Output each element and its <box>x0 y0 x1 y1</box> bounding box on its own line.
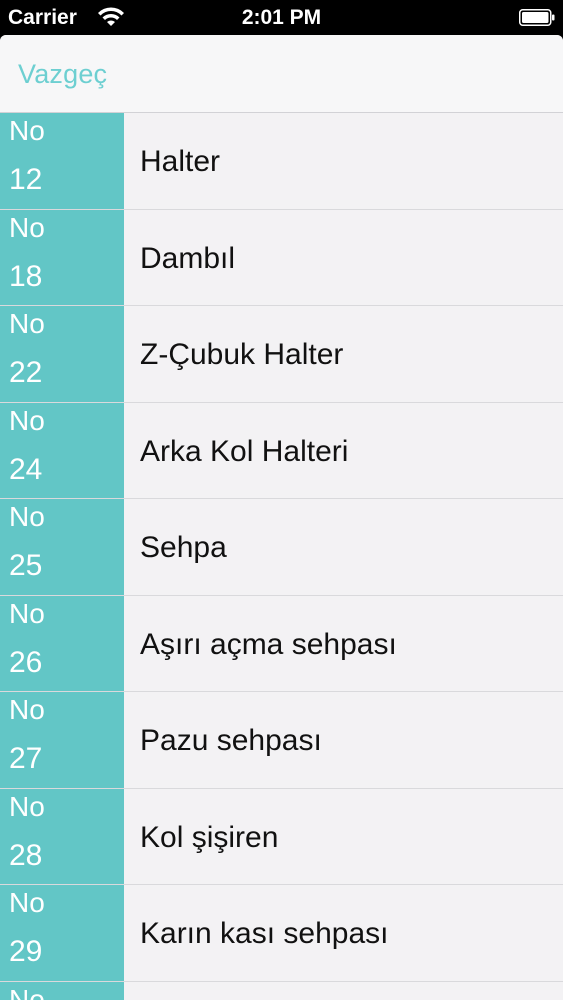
list-item[interactable]: No <box>0 981 563 1000</box>
battery-icon <box>519 9 555 26</box>
list-item[interactable]: No 27 Pazu sehpası <box>0 692 563 789</box>
list-item[interactable]: No 12 Halter <box>0 113 563 210</box>
no-label: No <box>9 115 45 146</box>
equipment-list[interactable]: No 12 Halter No 18 Dambıl No 22 Z-Çubuk … <box>0 113 563 1000</box>
item-title: Arka Kol Halteri <box>140 434 349 468</box>
item-title: Aşırı açma sehpası <box>140 627 397 661</box>
screen: Carrier 2:01 PM Vazgeç No 12 Halter No 1… <box>0 0 563 1000</box>
list-item[interactable]: No 29 Karın kası sehpası <box>0 885 563 982</box>
list-item[interactable]: No 22 Z-Çubuk Halter <box>0 306 563 403</box>
no-label: No <box>9 694 45 725</box>
item-number: 18 <box>9 259 43 293</box>
list-item[interactable]: No 18 Dambıl <box>0 209 563 306</box>
list-item[interactable]: No 28 Kol şişiren <box>0 788 563 885</box>
list-item[interactable]: No 26 Aşırı açma sehpası <box>0 595 563 692</box>
item-title: Pazu sehpası <box>140 724 322 757</box>
item-title: Halter <box>140 145 221 178</box>
no-label: No <box>9 404 45 436</box>
number-badge: No 28 <box>0 788 124 884</box>
no-label: No <box>9 887 45 918</box>
no-label: No <box>9 308 45 339</box>
item-number: 12 <box>9 163 43 196</box>
no-label: No <box>9 983 45 1000</box>
no-label: No <box>9 597 45 629</box>
no-label: No <box>9 211 45 243</box>
clock: 2:01 PM <box>241 6 322 29</box>
modal-sheet: Vazgeç No 12 Halter No 18 Dambıl No 22 Z… <box>0 35 563 1000</box>
status-bar: Carrier 2:01 PM <box>0 0 563 35</box>
item-number: 26 <box>9 645 43 679</box>
item-number: 25 <box>9 549 43 582</box>
navigation-bar: Vazgeç <box>0 35 563 113</box>
cancel-button[interactable]: Vazgeç <box>18 59 107 90</box>
list-item[interactable]: No 25 Sehpa <box>0 499 563 596</box>
number-badge: No <box>0 981 124 1000</box>
item-title: Sehpa <box>140 531 227 564</box>
number-badge: No 26 <box>0 595 124 691</box>
item-title: Z-Çubuk Halter <box>140 338 344 371</box>
item-title: Kol şişiren <box>140 820 279 854</box>
item-number: 24 <box>9 452 43 486</box>
number-badge: No 25 <box>0 499 124 595</box>
item-number: 28 <box>9 838 43 872</box>
item-title: Karın kası sehpası <box>140 917 389 950</box>
no-label: No <box>9 501 45 532</box>
item-number: 22 <box>9 356 43 389</box>
item-number: 29 <box>9 935 43 968</box>
number-badge: No 27 <box>0 692 124 788</box>
item-title: Dambıl <box>140 241 236 275</box>
number-badge: No 18 <box>0 209 124 305</box>
list-item[interactable]: No 24 Arka Kol Halteri <box>0 402 563 499</box>
number-badge: No 24 <box>0 402 124 498</box>
number-badge: No 12 <box>0 113 124 209</box>
number-badge: No 22 <box>0 306 124 402</box>
no-label: No <box>9 790 45 822</box>
number-badge: No 29 <box>0 885 124 981</box>
item-number: 27 <box>9 742 43 775</box>
